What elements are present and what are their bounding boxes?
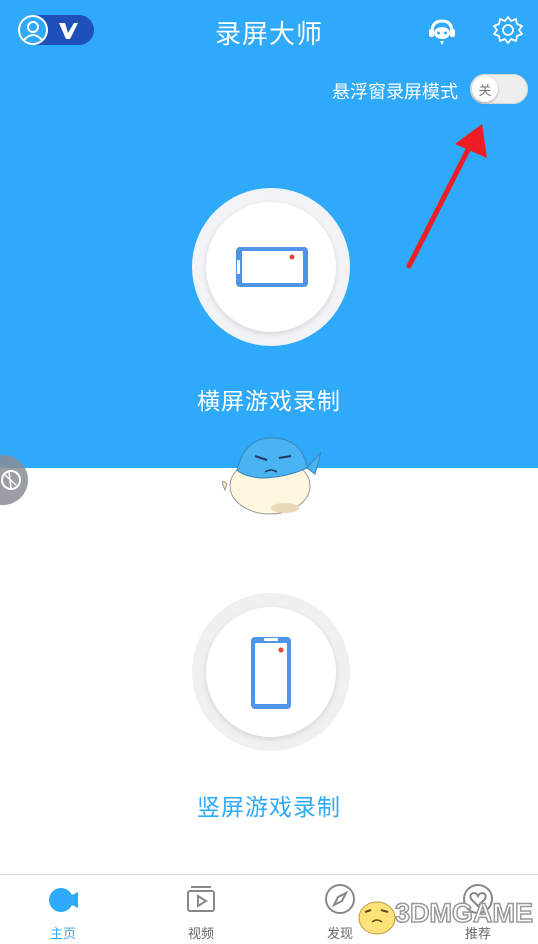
nav-label-video: 视频	[187, 927, 214, 942]
landscape-record-button[interactable]	[192, 188, 350, 346]
watermark-mascot-icon	[358, 901, 396, 935]
play-icon	[187, 886, 215, 912]
red-arrow-annotation	[406, 124, 487, 269]
customer-service-icon[interactable]	[426, 15, 458, 47]
nav-label-home: 主页	[49, 927, 76, 942]
camera-icon	[49, 888, 78, 912]
float-mode-toggle[interactable]: 关	[470, 74, 528, 104]
camera-shutter-icon	[1, 470, 21, 490]
portrait-record-label[interactable]: 竖屏游戏录制	[0, 788, 538, 822]
nav-item-home[interactable]: 主页	[23, 875, 103, 944]
floating-ball[interactable]	[0, 455, 28, 505]
portrait-phone-icon	[251, 637, 291, 709]
watermark: 3DMGAME	[355, 892, 535, 942]
nav-item-video[interactable]: 视频	[161, 875, 241, 944]
landscape-phone-icon	[236, 247, 308, 287]
landscape-record-label[interactable]: 横屏游戏录制	[0, 382, 538, 416]
gear-icon[interactable]	[493, 15, 523, 45]
toggle-knob: 关	[472, 76, 498, 102]
mascot-icon	[221, 437, 322, 515]
compass-icon	[325, 884, 355, 914]
portrait-record-button[interactable]	[192, 593, 350, 751]
watermark-text: 3DMGAME	[394, 897, 534, 929]
float-mode-label: 悬浮窗录屏模式	[332, 82, 458, 103]
